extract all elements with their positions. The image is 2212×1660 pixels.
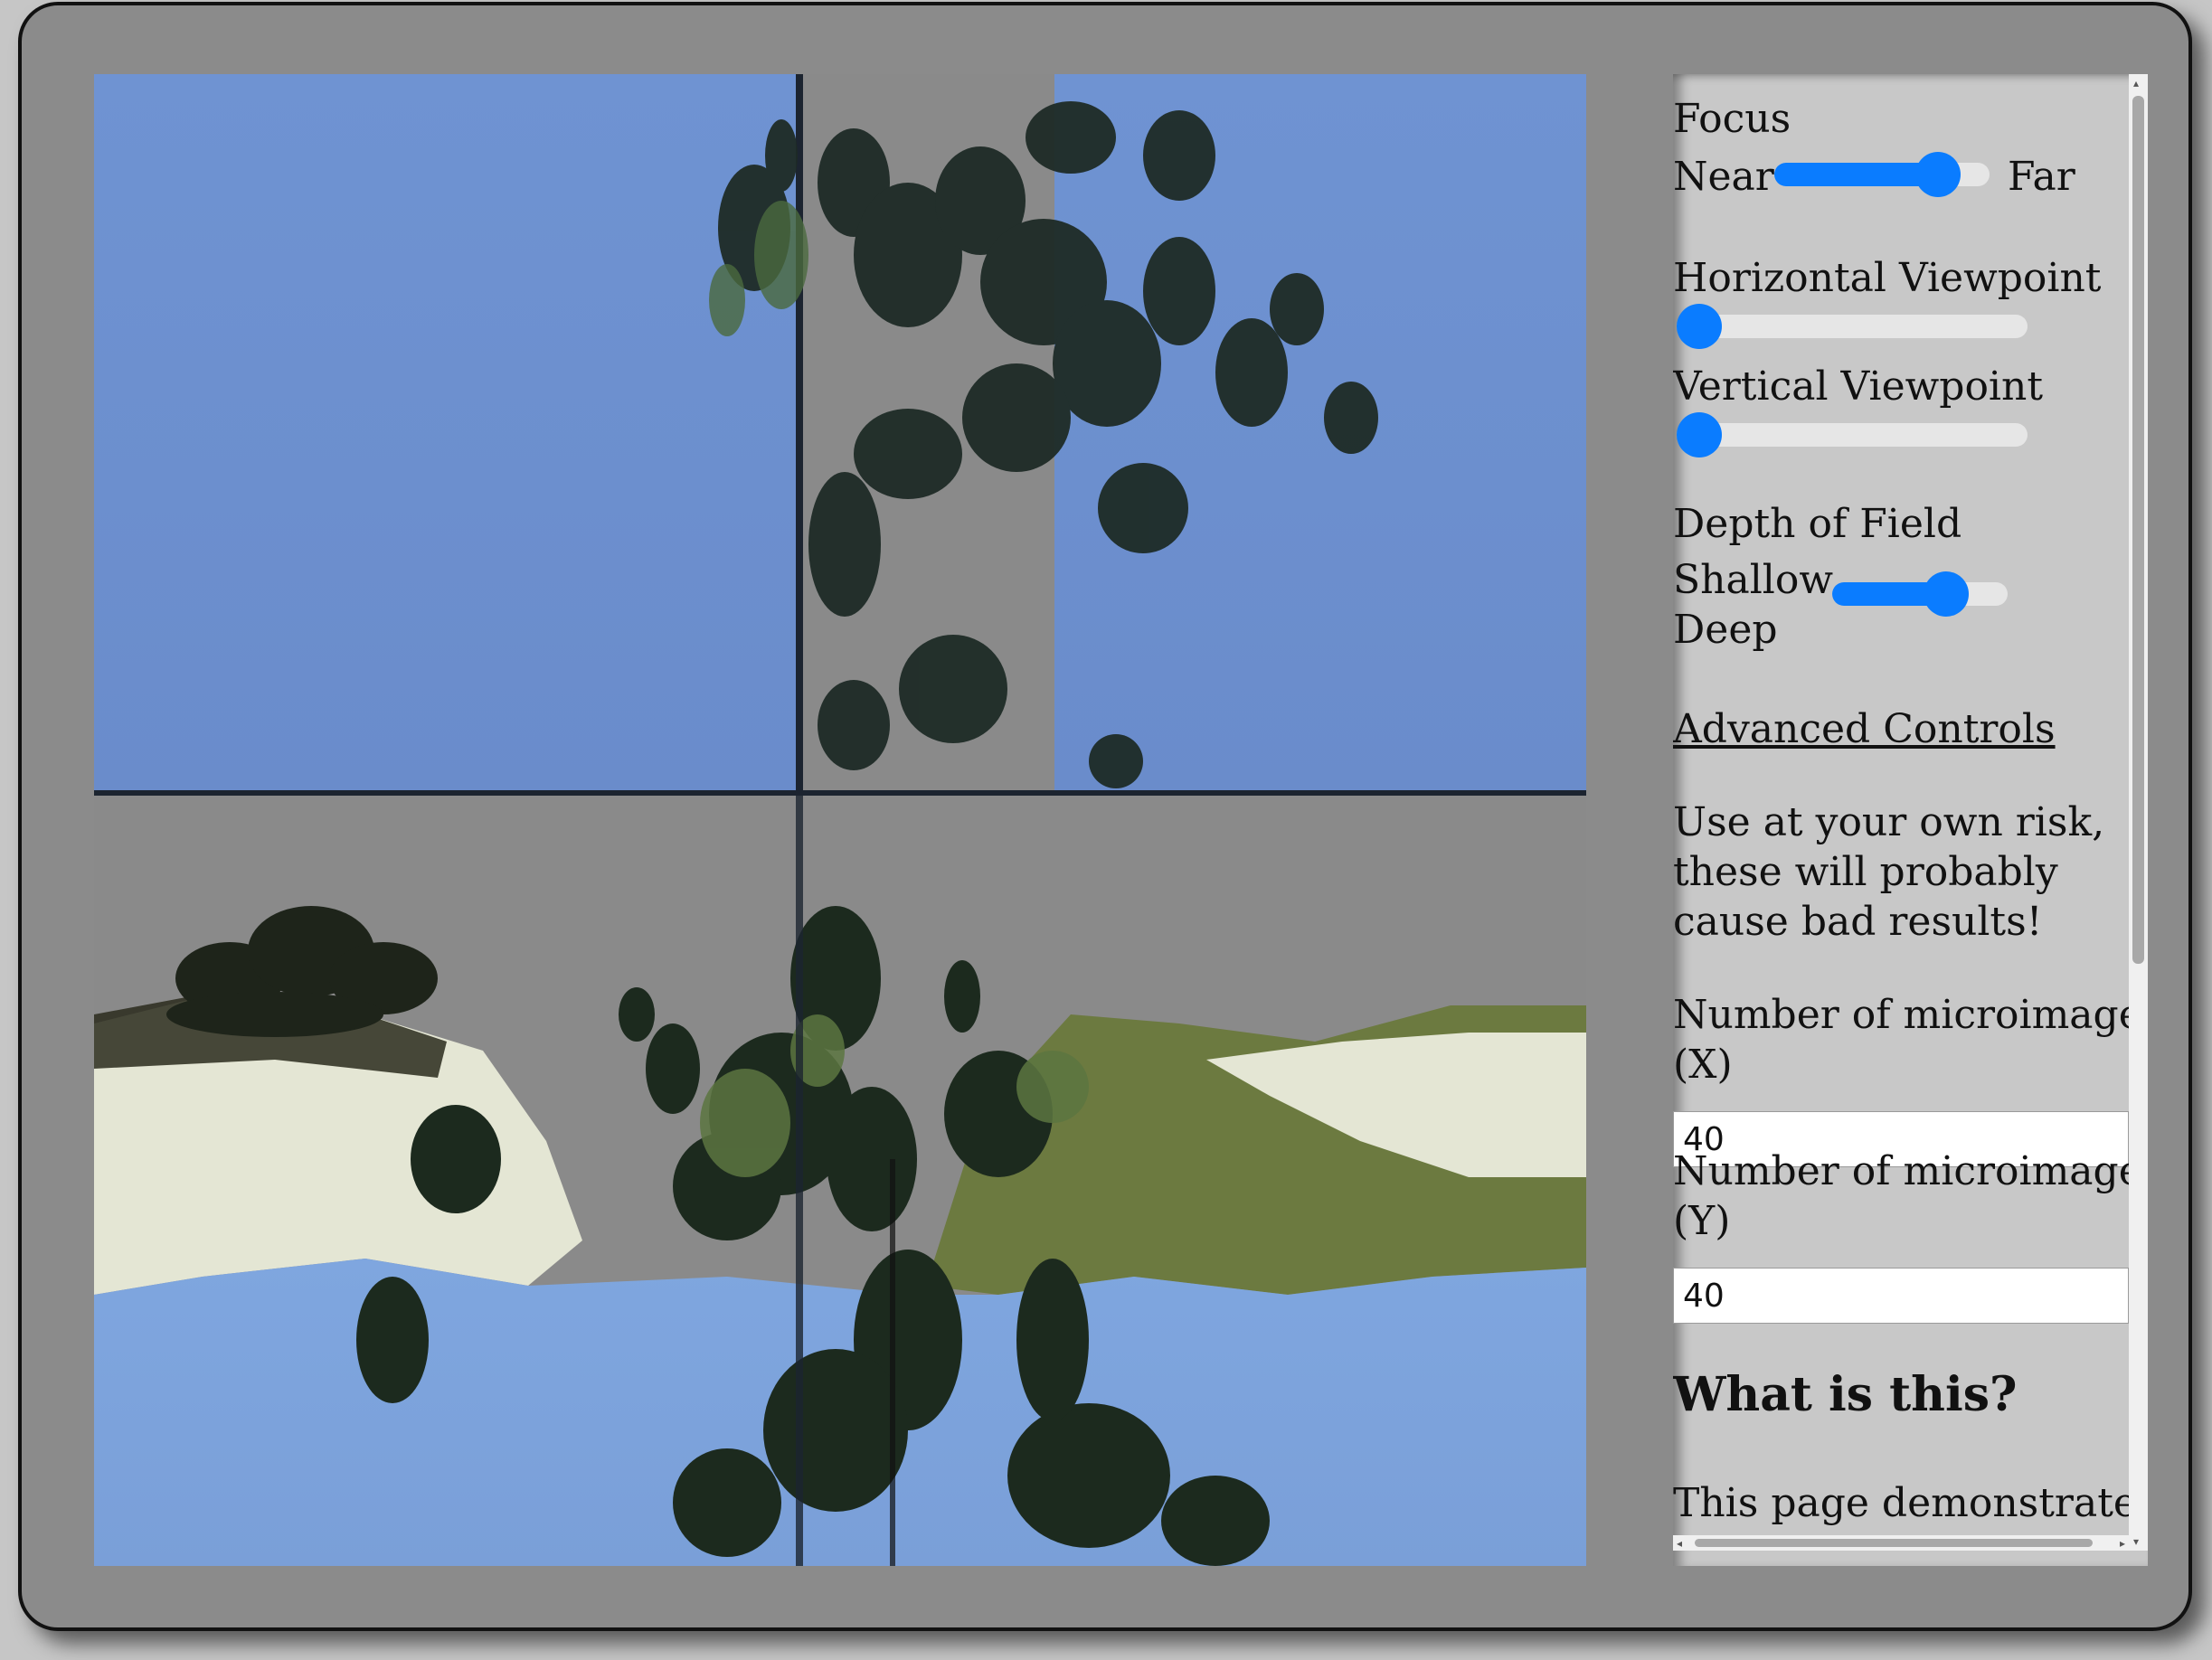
about-intro-text: This page demonstrates: [1673, 1480, 2129, 1526]
light-field-viewer[interactable]: [94, 74, 1586, 1566]
focus-far-label: Far: [2008, 154, 2075, 200]
depth-of-field-slider[interactable]: [1832, 571, 2008, 617]
depth-of-field-shallow-label: Shallow: [1673, 557, 1834, 603]
what-is-this-heading: What is this?: [1673, 1367, 2018, 1422]
scroll-right-icon[interactable]: ▸: [2120, 1538, 2125, 1549]
panel-vertical-scroll-thumb[interactable]: [2132, 96, 2144, 964]
vertical-viewpoint-slider-thumb[interactable]: [1677, 412, 1722, 457]
microimages-y-label-line-2: (Y): [1673, 1198, 1731, 1244]
focus-near-label: Near: [1673, 154, 1774, 200]
scroll-left-icon[interactable]: ◂: [1677, 1538, 1682, 1549]
horizontal-viewpoint-title: Horizontal Viewpoint: [1673, 255, 2102, 301]
advanced-controls-link[interactable]: Advanced Controls: [1673, 704, 2056, 754]
rendered-image: [94, 74, 1586, 1566]
controls-panel: Focus Near Far Horizontal Viewpoint Vert…: [1673, 74, 2148, 1566]
focus-slider[interactable]: [1774, 152, 1990, 197]
app-frame: Focus Near Far Horizontal Viewpoint Vert…: [18, 2, 2192, 1631]
warning-text-line-1: Use at your own risk,: [1673, 799, 2105, 845]
depth-of-field-deep-label: Deep: [1673, 607, 1778, 653]
focus-title: Focus: [1673, 96, 1791, 142]
scroll-up-icon[interactable]: ▴: [2133, 78, 2139, 89]
panel-horizontal-scrollbar[interactable]: ◂ ▸: [1673, 1535, 2129, 1551]
depth-of-field-title: Depth of Field: [1673, 501, 1962, 547]
scroll-down-icon[interactable]: ▾: [2133, 1536, 2139, 1547]
panel-vertical-scrollbar[interactable]: ▴ ▾: [2129, 74, 2148, 1551]
vertical-viewpoint-slider[interactable]: [1677, 412, 2028, 457]
microimages-y-input[interactable]: [1673, 1268, 2129, 1324]
microimages-x-label-line-1: Number of microimages: [1673, 992, 2129, 1038]
horizontal-viewpoint-slider-thumb[interactable]: [1677, 304, 1722, 349]
panel-horizontal-scroll-thumb[interactable]: [1695, 1539, 2093, 1547]
focus-slider-thumb[interactable]: [1915, 152, 1961, 197]
warning-text-line-3: cause bad results!: [1673, 899, 2043, 945]
microimages-y-label-line-1: Number of microimages: [1673, 1148, 2129, 1194]
controls-scroll-area[interactable]: Focus Near Far Horizontal Viewpoint Vert…: [1673, 74, 2129, 1551]
depth-of-field-slider-thumb[interactable]: [1923, 571, 1969, 617]
vertical-viewpoint-title: Vertical Viewpoint: [1673, 363, 2044, 410]
warning-text-line-2: these will probably: [1673, 849, 2058, 895]
horizontal-viewpoint-slider[interactable]: [1677, 304, 2028, 349]
microimages-x-label-line-2: (X): [1673, 1042, 1733, 1088]
